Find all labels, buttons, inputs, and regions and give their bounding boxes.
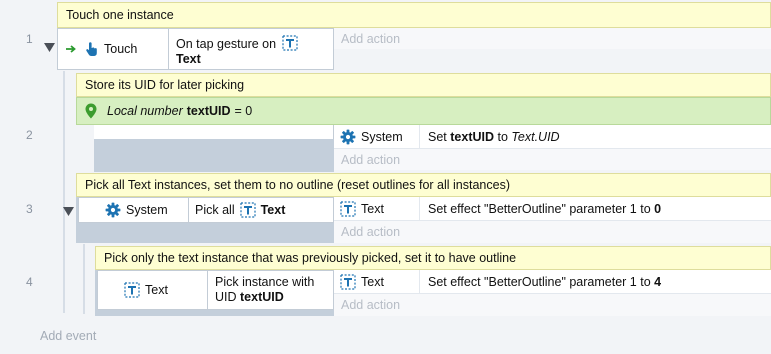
gear-icon	[340, 129, 356, 145]
collapse-arrow-icon[interactable]	[61, 204, 75, 218]
add-event-link[interactable]: Add event	[40, 329, 96, 343]
comment-text: Touch one instance	[66, 8, 174, 22]
empty-condition-cell[interactable]	[76, 125, 334, 139]
event-number-3: 3	[26, 202, 33, 216]
add-action-label: Add action	[341, 31, 401, 46]
condition-text: Pick instance with	[215, 275, 315, 289]
comment-text: Store its UID for later picking	[85, 78, 245, 92]
add-action-label: Add action	[341, 152, 401, 167]
text-object-icon	[282, 35, 298, 51]
add-action-2[interactable]: Add action	[334, 149, 771, 170]
gear-icon	[105, 202, 121, 218]
condition-text-uid: UID	[215, 290, 237, 304]
action-object-name: System	[361, 129, 403, 144]
indent-spacer	[76, 125, 94, 172]
tree-connector	[63, 71, 65, 313]
event-comment-1[interactable]: Touch one instance	[57, 2, 771, 28]
add-action-1[interactable]: Add action	[334, 28, 771, 49]
text-object-icon	[340, 274, 356, 290]
text-object-icon	[240, 202, 256, 218]
local-var-kind: Local number	[107, 104, 183, 118]
condition-text: Pick all	[195, 203, 235, 217]
arrow-right-icon	[65, 44, 77, 54]
comment-text: Pick all Text instances, set them to no …	[85, 178, 510, 192]
event-number-2: 2	[26, 128, 33, 142]
add-action-label: Add action	[341, 225, 401, 239]
add-action-4[interactable]: Add action	[334, 294, 771, 316]
local-var-value: = 0	[234, 104, 253, 118]
action-set-textuid[interactable]: System Set textUID to Text.UID	[334, 125, 771, 149]
add-action-3[interactable]: Add action	[334, 221, 771, 243]
condition-object-name: Touch	[104, 42, 138, 56]
action-text: Set effect "BetterOutline" parameter 1 t…	[428, 274, 662, 289]
condition-pick-all[interactable]: Pick all Text	[188, 197, 334, 223]
tree-connector	[83, 244, 85, 314]
touch-hand-icon	[83, 41, 99, 57]
event-number-4: 4	[26, 275, 33, 289]
condition-pick-instance[interactable]: Pick instance with UID textUID	[207, 270, 334, 310]
event-comment-3[interactable]: Pick all Text instances, set them to no …	[76, 173, 771, 197]
location-pin-icon	[85, 103, 97, 119]
action-object-name: Text	[361, 274, 384, 289]
text-object-icon	[340, 201, 356, 217]
action-set-effect-0[interactable]: Text Set effect "BetterOutline" paramete…	[334, 197, 771, 221]
local-variable-row[interactable]: Local number textUID = 0	[76, 97, 771, 125]
condition-on-tap[interactable]: On tap gesture on Text	[168, 28, 334, 70]
condition-object-system[interactable]: System	[78, 197, 189, 223]
collapse-arrow-icon[interactable]	[42, 40, 56, 54]
event-number-1: 1	[26, 32, 33, 46]
condition-target: Text	[260, 203, 286, 217]
action-set-effect-4[interactable]: Text Set effect "BetterOutline" paramete…	[334, 270, 771, 294]
action-object-name: Text	[361, 201, 384, 216]
action-text: Set effect "BetterOutline" parameter 1 t…	[428, 201, 662, 216]
condition-object-touch[interactable]: Touch	[57, 28, 169, 70]
condition-object-name: Text	[145, 283, 168, 297]
condition-object-text[interactable]: Text	[97, 270, 208, 310]
add-action-label: Add action	[341, 298, 401, 312]
event-comment-4[interactable]: Pick only the text instance that was pre…	[95, 246, 771, 270]
event-comment-2[interactable]: Store its UID for later picking	[76, 73, 771, 97]
condition-object-name: System	[126, 203, 168, 217]
text-object-icon	[124, 282, 140, 298]
condition-var: textUID	[240, 290, 284, 304]
local-var-name: textUID	[186, 104, 231, 118]
comment-text: Pick only the text instance that was pre…	[104, 251, 517, 265]
action-text: Set textUID to Text.UID	[428, 129, 560, 144]
condition-text: On tap gesture on	[176, 37, 277, 51]
condition-target: Text	[176, 52, 201, 66]
